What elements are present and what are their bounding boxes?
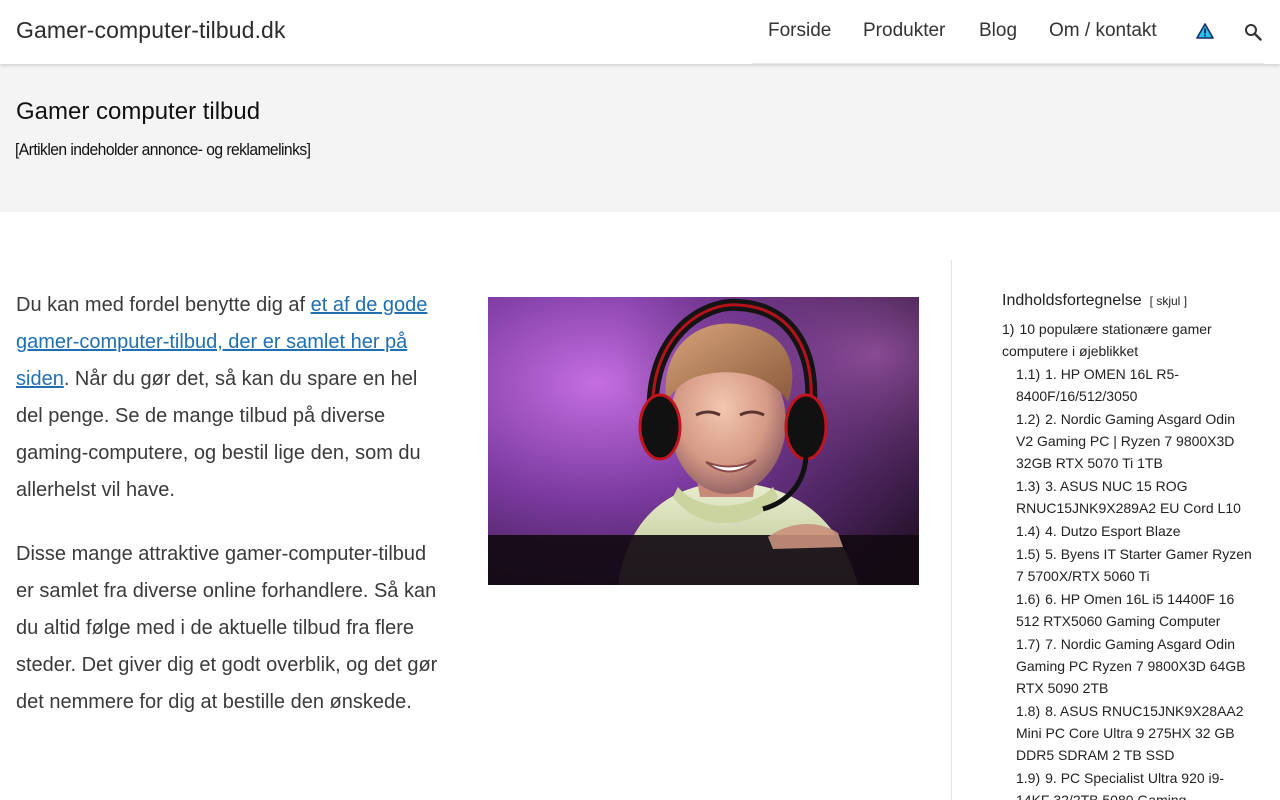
site-title-link[interactable]: Gamer-computer-tilbud.dk [16, 17, 286, 44]
toc-item[interactable]: 1.2) 2. Nordic Gaming Asgard Odin V2 Gami… [1002, 408, 1252, 474]
toc-item-number: 1.1) [1016, 366, 1041, 382]
toc-item[interactable]: 1.5) 5. Byens IT Starter Gamer Ryzen 7 57… [1002, 543, 1252, 587]
toc-item[interactable]: 1.1) 1. HP OMEN 16L R5-8400F/16/512/3050 [1002, 363, 1252, 407]
toc-item-number: 1.8) [1016, 703, 1041, 719]
toc-item-number: 1.2) [1016, 411, 1041, 427]
toc-item-number: 1.4) [1016, 523, 1041, 539]
toc-item-number: 1.7) [1016, 636, 1041, 652]
nav-item-produkter[interactable]: Produkter [863, 20, 945, 42]
table-of-contents: Indholdsfortegnelse [ skjul ] 1) 10 popul… [1002, 290, 1252, 800]
intro-text-after: . Når du gør det, så kan du spare en hel… [16, 368, 421, 501]
toc-item-text: 6. HP Omen 16L i5 14400F 16 512 RTX5060 … [1016, 591, 1235, 629]
toc-item[interactable]: 1.4) 4. Dutzo Esport Blaze [1002, 520, 1252, 542]
toc-item-number: 1.5) [1016, 546, 1041, 562]
toc-toggle-open-bracket: [ [1149, 294, 1153, 308]
nav-item-om-kontakt[interactable]: Om / kontakt [1049, 20, 1157, 42]
toc-item-text: 10 populære stationære gamer computere i… [1002, 321, 1212, 359]
toc-header: Indholdsfortegnelse [ skjul ] [1002, 290, 1252, 312]
toc-item-number: 1.3) [1016, 478, 1041, 494]
toc-hide-link[interactable]: skjul [1156, 294, 1180, 308]
toc-item-text: 2. Nordic Gaming Asgard Odin V2 Gaming P… [1016, 411, 1235, 471]
toc-item-text: 7. Nordic Gaming Asgard Odin Gaming PC R… [1016, 636, 1246, 696]
toc-item-text: 1. HP OMEN 16L R5-8400F/16/512/3050 [1016, 366, 1179, 404]
toc-toggle-close-bracket: ] [1183, 294, 1188, 308]
site-header: Gamer-computer-tilbud.dk Forside Produkt… [0, 0, 1280, 64]
nav-item-blog[interactable]: Blog [979, 20, 1017, 42]
ad-disclaimer: [Artiklen indeholder annonce- og reklame… [15, 140, 311, 159]
toc-item-text: 4. Dutzo Esport Blaze [1045, 523, 1181, 539]
intro-text-before: Du kan med fordel benytte dig af [16, 294, 311, 316]
toc-title: Indholdsfortegnelse [1002, 292, 1142, 309]
main-nav: Forside Produkter Blog Om / kontakt [752, 0, 1264, 64]
page-title: Gamer computer tilbud [16, 98, 261, 125]
toc-item-number: 1.9) [1016, 770, 1041, 786]
toc-item-number: 1) [1002, 321, 1015, 337]
toc-item[interactable]: 1.3) 3. ASUS NUC 15 ROG RNUC15JNK9X289A2 … [1002, 475, 1252, 519]
article-content: Du kan med fordel benytte dig af et af d… [16, 287, 446, 748]
toc-toggle: [ skjul ] [1150, 290, 1187, 312]
toc-item-number: 1.6) [1016, 591, 1041, 607]
sidebar-divider [951, 260, 952, 800]
toc-item-text: 5. Byens IT Starter Gamer Ryzen 7 5700X/… [1016, 546, 1252, 584]
nav-item-forside[interactable]: Forside [768, 20, 831, 42]
page-hero: Gamer computer tilbud [Artiklen indehold… [0, 64, 1280, 212]
warning-icon[interactable] [1196, 23, 1214, 39]
toc-item[interactable]: 1.8) 8. ASUS RNUC15JNK9X28AA2 Mini PC Cor… [1002, 700, 1252, 766]
toc-item-text: 8. ASUS RNUC15JNK9X28AA2 Mini PC Core Ul… [1016, 703, 1244, 763]
gamer-photo [488, 297, 919, 585]
toc-item-text: 3. ASUS NUC 15 ROG RNUC15JNK9X289A2 EU C… [1016, 478, 1241, 516]
search-icon[interactable] [1244, 23, 1262, 41]
second-paragraph: Disse mange attraktive gamer-computer-ti… [16, 543, 438, 713]
toc-item[interactable]: 1.6) 6. HP Omen 16L i5 14400F 16 512 RTX5… [1002, 588, 1252, 632]
toc-item[interactable]: 1.7) 7. Nordic Gaming Asgard Odin Gaming … [1002, 633, 1252, 699]
toc-item[interactable]: 1.9) 9. PC Specialist Ultra 920 i9-14KF 3… [1002, 767, 1252, 800]
toc-item-text: 9. PC Specialist Ultra 920 i9-14KF 32/2T… [1016, 770, 1225, 800]
toc-item[interactable]: 1) 10 populære stationære gamer computere… [1002, 318, 1252, 362]
intro-paragraph: Du kan med fordel benytte dig af et af d… [16, 287, 446, 509]
